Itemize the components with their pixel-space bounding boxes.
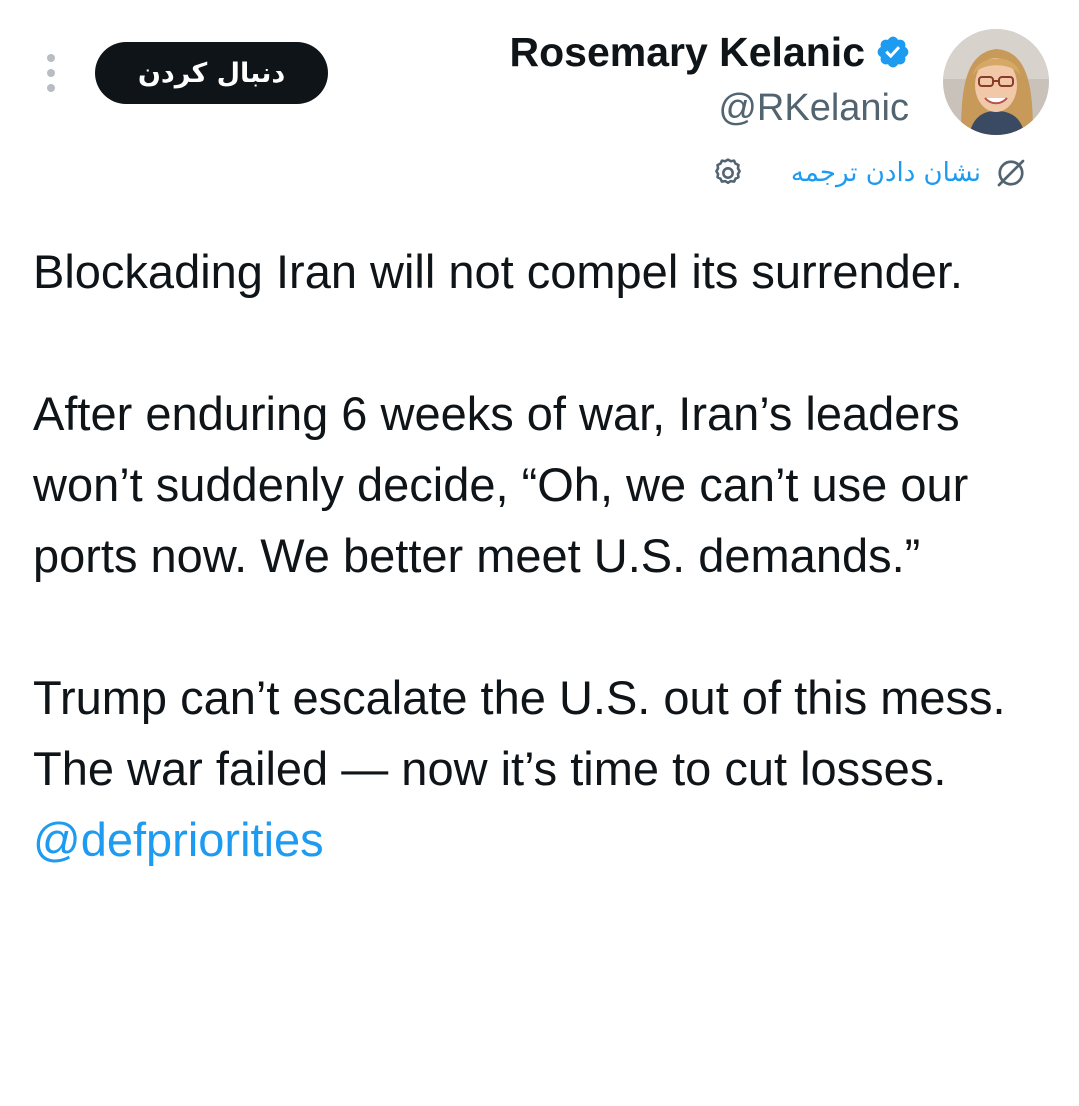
tweet-header: دنبال کردن Rosemary Kelanic @RKelanic نش… <box>0 0 1079 210</box>
show-translation-link[interactable]: نشان دادن ترجمه <box>791 158 981 188</box>
avatar[interactable] <box>943 29 1049 135</box>
translate-row: نشان دادن ترجمه <box>711 155 1029 191</box>
follow-button[interactable]: دنبال کردن <box>95 42 328 104</box>
author-handle[interactable]: @RKelanic <box>509 84 909 132</box>
tweet-paragraph: After enduring 6 weeks of war, Iran’s le… <box>33 387 969 582</box>
tweet-text: Blockading Iran will not compel its surr… <box>33 236 1043 875</box>
more-options-icon[interactable] <box>36 50 66 96</box>
translate-icon[interactable] <box>993 155 1029 191</box>
more-dot <box>47 69 55 77</box>
more-dot <box>47 54 55 62</box>
more-dot <box>47 84 55 92</box>
mention-link[interactable]: @defpriorities <box>33 804 1043 875</box>
name-row: Rosemary Kelanic <box>509 28 911 76</box>
author-display-name[interactable]: Rosemary Kelanic <box>509 28 865 76</box>
verified-badge-icon <box>875 34 911 70</box>
tweet-paragraph: Trump can’t escalate the U.S. out of thi… <box>33 671 1006 795</box>
tweet-paragraph: Blockading Iran will not compel its surr… <box>33 245 963 298</box>
author-info: Rosemary Kelanic @RKelanic <box>509 28 911 132</box>
gear-icon[interactable] <box>711 156 745 190</box>
